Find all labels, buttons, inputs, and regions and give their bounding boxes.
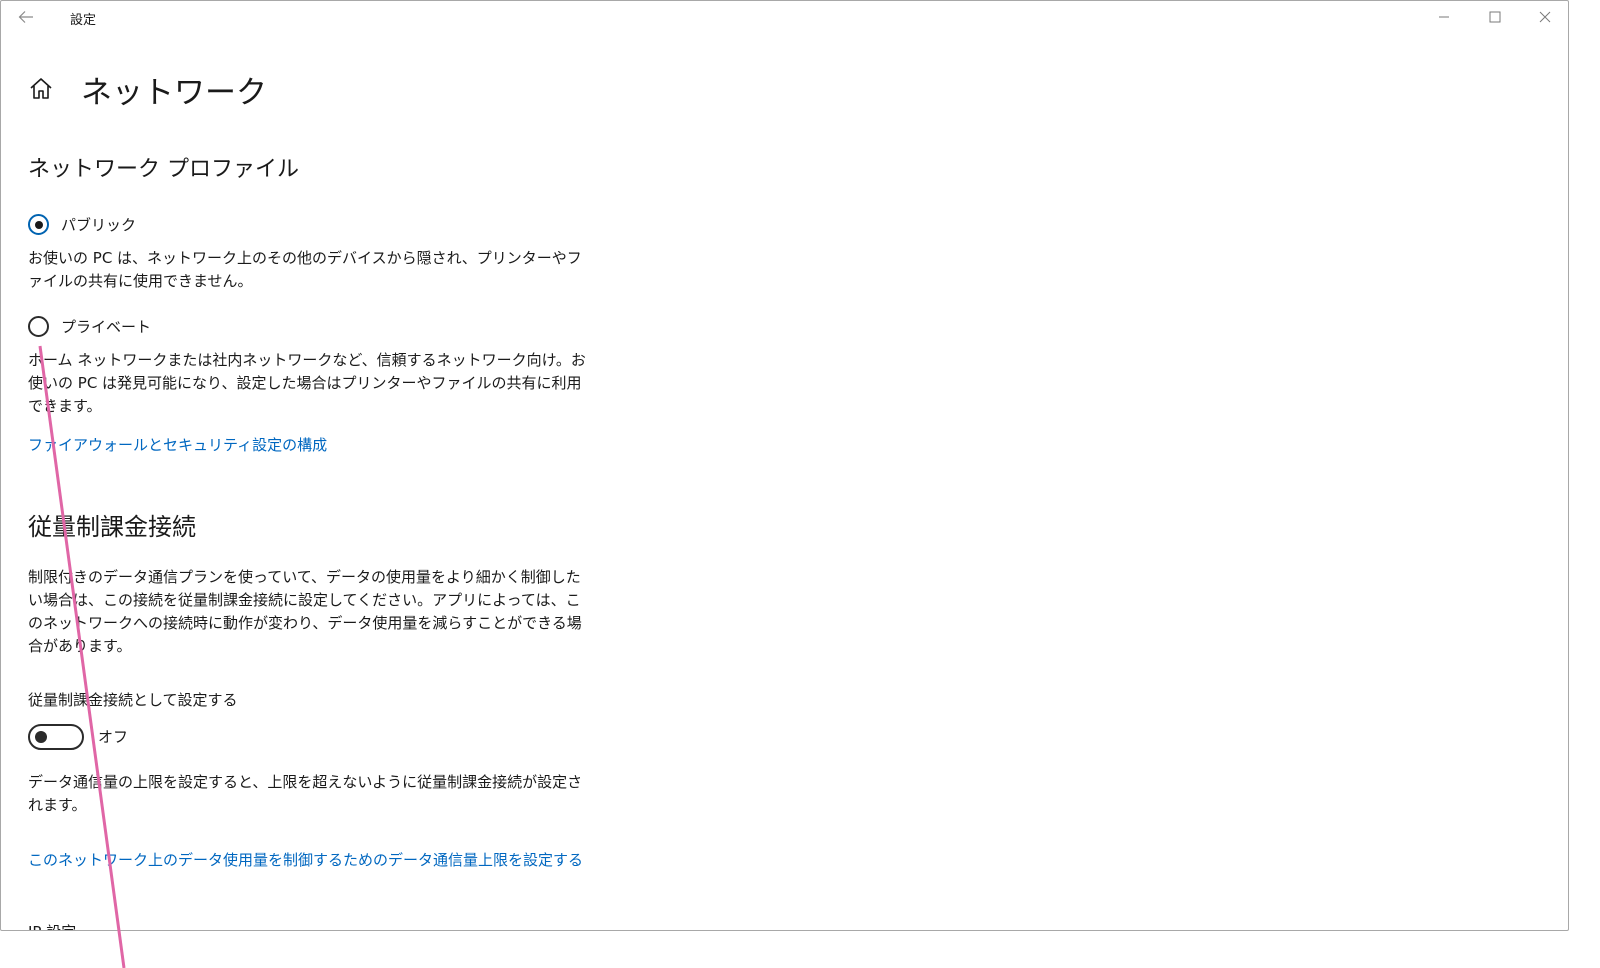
maximize-button[interactable] — [1470, 1, 1520, 33]
public-description: お使いの PC は、ネットワーク上のその他のデバイスから隠され、プリンターやファ… — [28, 249, 582, 290]
network-profile-heading: ネットワーク プロファイル — [28, 157, 299, 182]
data-limit-note: データ通信量の上限を設定すると、上限を超えないように従量制課金接続が設定されます… — [28, 773, 583, 814]
metered-toggle-switch[interactable] — [28, 724, 84, 750]
metered-toggle-state: オフ — [98, 728, 129, 746]
back-button[interactable] — [13, 5, 39, 29]
radio-public[interactable]: パブリック — [28, 214, 136, 235]
maximize-icon — [1489, 11, 1501, 23]
title-bar: 設定 — [1, 1, 1568, 35]
page-title: ネットワーク — [81, 75, 267, 111]
metered-connection-heading: 従量制課金接続 — [28, 513, 196, 541]
back-arrow-icon — [18, 11, 33, 23]
close-button[interactable] — [1520, 1, 1568, 33]
private-description: ホーム ネットワークまたは社内ネットワークなど、信頼するネットワーク向け。お使い… — [28, 351, 586, 415]
settings-window: 設定 ネットワーク ネットワーク プロファイル パブリック お使いの PC は、… — [0, 0, 1569, 931]
home-icon[interactable] — [28, 75, 54, 101]
metered-toggle-label: 従量制課金接続として設定する — [28, 691, 238, 709]
metered-description: 制限付きのデータ通信プランを使っていて、データの使用量をより細かく制御したい場合… — [28, 568, 582, 655]
radio-unselected-icon — [28, 316, 49, 337]
toggle-knob — [35, 731, 47, 743]
app-title: 設定 — [70, 13, 97, 28]
radio-private-label: プライベート — [61, 318, 152, 336]
ip-settings-heading-cutoff: IP 設定 — [28, 921, 76, 930]
radio-selected-icon — [28, 214, 49, 235]
radio-public-label: パブリック — [61, 216, 137, 234]
set-data-limit-link[interactable]: このネットワーク上のデータ使用量を制御するためのデータ通信量上限を設定する — [28, 849, 583, 870]
minimize-icon — [1439, 16, 1449, 18]
page-header: ネットワーク — [28, 67, 428, 111]
minimize-button[interactable] — [1419, 1, 1469, 33]
close-icon — [1539, 11, 1551, 23]
firewall-settings-link[interactable]: ファイアウォールとセキュリティ設定の構成 — [28, 434, 327, 455]
radio-private[interactable]: プライベート — [28, 316, 151, 337]
